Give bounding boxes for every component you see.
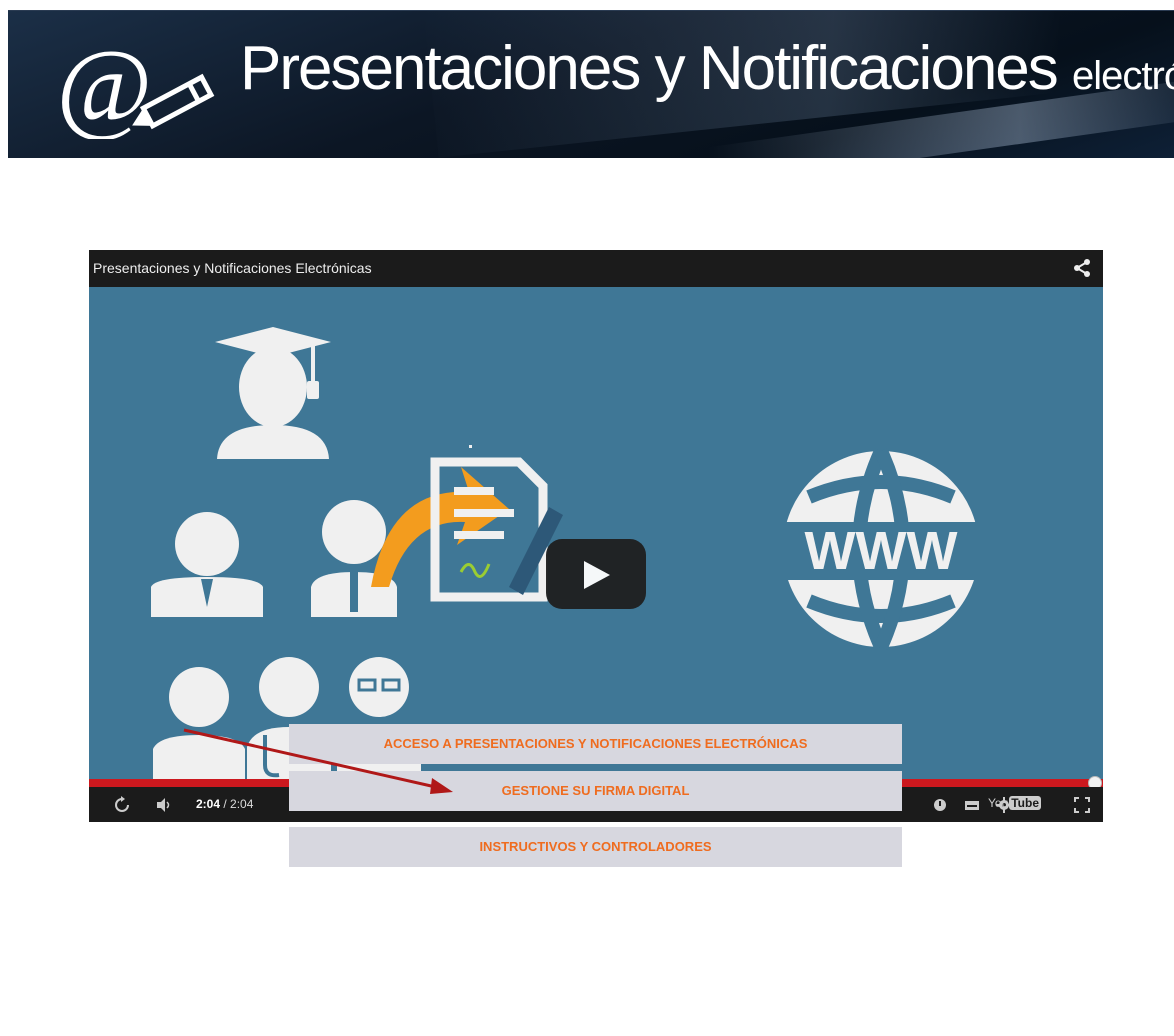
share-icon[interactable] bbox=[1073, 259, 1091, 277]
video-title[interactable]: Presentaciones y Notificaciones Electrón… bbox=[93, 260, 372, 276]
video-frame[interactable]: </> WWW bbox=[89, 287, 1103, 781]
fullscreen-icon[interactable] bbox=[1073, 796, 1091, 814]
www-globe-icon: WWW bbox=[779, 448, 983, 650]
graduate-person-icon bbox=[215, 327, 331, 459]
banner-title-main: Presentaciones y Notificaciones bbox=[240, 34, 1059, 103]
video-title-bar: Presentaciones y Notificaciones Electrón… bbox=[89, 250, 1103, 287]
at-sign-pencil-icon: @ bbox=[56, 39, 215, 139]
watch-later-icon[interactable] bbox=[931, 796, 949, 814]
video-illustration: </> WWW bbox=[151, 327, 983, 781]
banner-title-small: electrónicas bbox=[1072, 54, 1174, 98]
annotation-arrow-icon bbox=[183, 728, 453, 794]
youtube-logo-tube: Tube bbox=[1009, 796, 1041, 810]
woman-person-icon bbox=[151, 512, 263, 617]
globe-www-label: WWW bbox=[805, 521, 958, 581]
youtube-logo-you: You bbox=[987, 796, 1009, 810]
youtube-logo[interactable]: You Tube bbox=[988, 796, 1041, 810]
replay-icon[interactable] bbox=[113, 796, 131, 814]
volume-icon[interactable] bbox=[155, 796, 173, 814]
banner-title: Presentaciones y Notificaciones electrón… bbox=[240, 33, 1174, 104]
instructions-drivers-button[interactable]: INSTRUCTIVOS Y CONTROLADORES bbox=[289, 827, 902, 867]
play-button[interactable] bbox=[546, 539, 646, 609]
captions-icon[interactable] bbox=[963, 796, 981, 814]
play-icon bbox=[584, 561, 610, 589]
header-banner: @ Presentaciones y Notificaciones electr… bbox=[8, 10, 1174, 158]
